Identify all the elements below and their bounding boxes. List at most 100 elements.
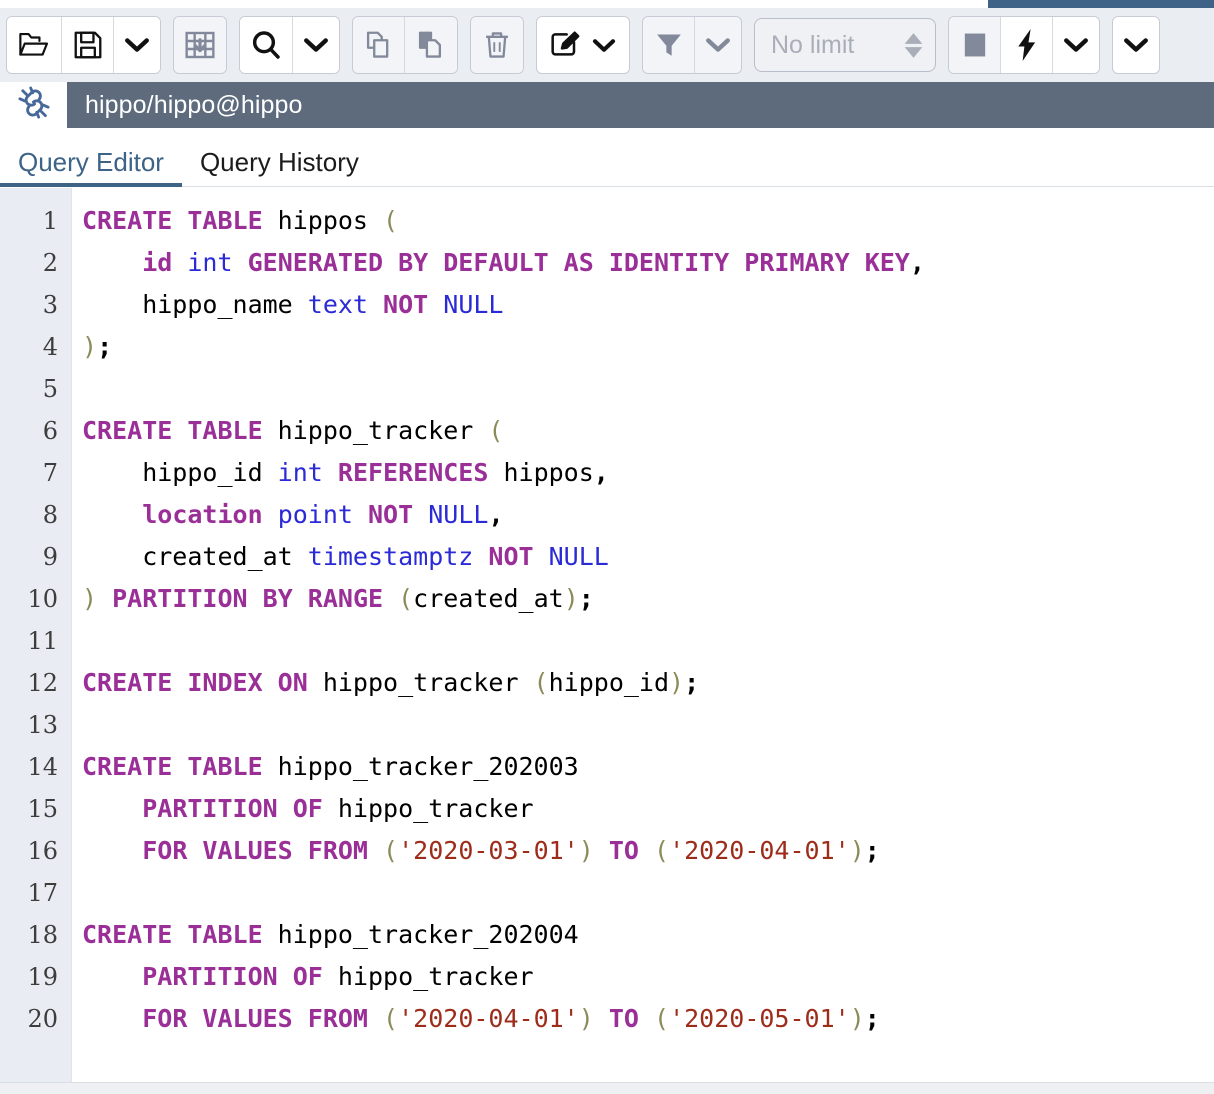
filter-button[interactable] [643, 17, 695, 73]
code-token: CREATE TABLE [82, 752, 278, 781]
code-token: ) [850, 836, 865, 865]
download-button-group [173, 16, 227, 74]
code-token: hippo_tracker [338, 794, 534, 823]
code-token: ( [383, 836, 398, 865]
code-token: location [142, 500, 277, 529]
code-line [82, 368, 1214, 410]
line-number: 19 [0, 956, 71, 998]
execute-dropdown-button[interactable] [1053, 17, 1099, 73]
code-token: hippo_id [549, 668, 669, 697]
open-file-button[interactable] [7, 17, 62, 73]
code-token: id [142, 248, 187, 277]
line-number: 10 [0, 578, 71, 620]
code-line: id int GENERATED BY DEFAULT AS IDENTITY … [82, 242, 1214, 284]
code-token: , [594, 458, 609, 487]
code-line: ); [82, 326, 1214, 368]
code-token: ; [579, 584, 594, 613]
row-limit-input[interactable]: No limit [754, 18, 936, 72]
row-limit-wrapper: No limit [754, 17, 936, 73]
code-token: FOR VALUES FROM [142, 1004, 383, 1033]
code-token: int [187, 248, 247, 277]
connection-bar: hippo/hippo@hippo [0, 82, 1214, 128]
code-line: FOR VALUES FROM ('2020-04-01') TO ('2020… [82, 998, 1214, 1040]
line-number: 1 [0, 200, 71, 242]
code-line: hippo_name text NOT NULL [82, 284, 1214, 326]
code-token: hippo_tracker_202004 [278, 920, 579, 949]
code-line: location point NOT NULL, [82, 494, 1214, 536]
line-number: 6 [0, 410, 71, 452]
copy-icon [364, 30, 394, 60]
download-grid-icon [184, 30, 216, 60]
filter-dropdown-button[interactable] [695, 17, 741, 73]
find-button-group [239, 16, 340, 74]
code-line [82, 620, 1214, 662]
code-token: hippo_tracker [278, 416, 489, 445]
line-number: 11 [0, 620, 71, 662]
stepper-up-icon [904, 33, 923, 44]
row-limit-stepper[interactable] [904, 33, 923, 58]
code-token: PARTITION BY RANGE [112, 584, 398, 613]
tab-query-history[interactable]: Query History [182, 149, 377, 186]
filter-button-group [642, 16, 742, 74]
tab-query-editor[interactable]: Query Editor [0, 149, 182, 186]
code-token: ) [579, 836, 594, 865]
code-line [82, 704, 1214, 746]
code-token [82, 500, 142, 529]
code-token [82, 836, 142, 865]
code-token [82, 962, 142, 991]
line-number-gutter: 1234567891011121314151617181920 [0, 188, 72, 1082]
line-number: 4 [0, 326, 71, 368]
code-token: , [910, 248, 925, 277]
save-dropdown-button[interactable] [114, 17, 160, 73]
code-token: ( [383, 1004, 398, 1033]
code-token: point [278, 500, 368, 529]
code-token: NULL [549, 542, 609, 571]
overflow-dropdown-button[interactable] [1113, 17, 1159, 73]
code-token: TO [609, 1004, 654, 1033]
edit-button[interactable] [537, 17, 629, 73]
line-number: 14 [0, 746, 71, 788]
code-line: CREATE TABLE hippo_tracker ( [82, 410, 1214, 452]
execute-button[interactable] [1001, 17, 1053, 73]
line-number: 20 [0, 998, 71, 1040]
editor-bottom-strip [0, 1082, 1214, 1094]
code-token: NOT [488, 542, 548, 571]
code-token: NULL [428, 500, 488, 529]
delete-button[interactable] [471, 17, 523, 73]
sql-editor[interactable]: 1234567891011121314151617181920 CREATE T… [0, 188, 1214, 1082]
code-token: ; [865, 1004, 880, 1033]
chevron-down-icon [592, 37, 616, 54]
window-accent-strip [988, 0, 1214, 8]
edit-pencil-icon [550, 30, 582, 60]
code-token: hippo_id [82, 458, 278, 487]
save-file-button[interactable] [62, 17, 114, 73]
line-number: 17 [0, 872, 71, 914]
code-token: timestamptz [308, 542, 489, 571]
search-icon [250, 29, 282, 61]
code-token: ( [654, 1004, 669, 1033]
filter-funnel-icon [655, 31, 683, 59]
stop-button[interactable] [949, 17, 1001, 73]
download-csv-button[interactable] [174, 17, 226, 73]
chevron-down-icon [303, 36, 329, 54]
code-token: NULL [443, 290, 503, 319]
connection-status-button[interactable] [0, 82, 67, 128]
code-token [82, 248, 142, 277]
find-button[interactable] [240, 17, 293, 73]
paste-button[interactable] [405, 17, 457, 73]
code-token: PARTITION OF [142, 962, 338, 991]
save-floppy-icon [73, 30, 103, 60]
code-token: '2020-03-01' [398, 836, 579, 865]
sql-code-area[interactable]: CREATE TABLE hippos ( id int GENERATED B… [72, 188, 1214, 1082]
code-token: CREATE TABLE [82, 920, 278, 949]
code-token: CREATE TABLE [82, 416, 278, 445]
copy-button[interactable] [353, 17, 405, 73]
line-number: 8 [0, 494, 71, 536]
code-token [594, 1004, 609, 1033]
code-token: ( [534, 668, 549, 697]
find-dropdown-button[interactable] [293, 17, 339, 73]
code-token: CREATE TABLE [82, 206, 278, 235]
line-number: 15 [0, 788, 71, 830]
line-number: 5 [0, 368, 71, 410]
row-limit-placeholder: No limit [771, 33, 854, 58]
